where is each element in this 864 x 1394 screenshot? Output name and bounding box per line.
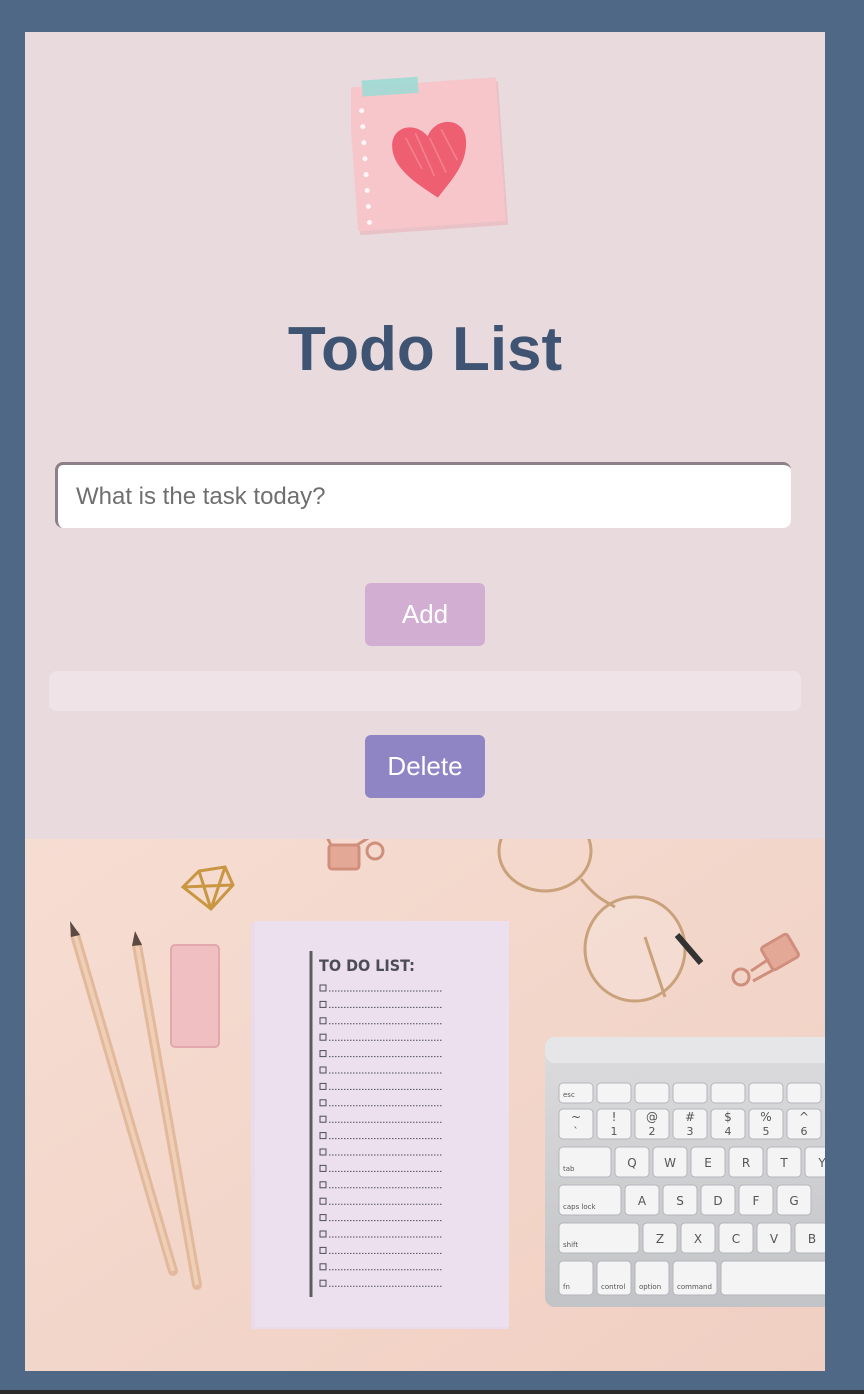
svg-text:tab: tab: [563, 1165, 575, 1173]
svg-text:6: 6: [801, 1125, 808, 1138]
notepad-heading: TO DO LIST:: [319, 956, 415, 975]
keyboard-key: [710, 1082, 746, 1104]
keyboard-key: shift: [558, 1222, 640, 1254]
keyboard-key: Z: [642, 1222, 678, 1254]
task-input[interactable]: [55, 462, 791, 528]
svg-text:X: X: [694, 1232, 702, 1246]
keyboard-key: C: [718, 1222, 754, 1254]
keyboard-key: option: [634, 1260, 670, 1296]
svg-text:3: 3: [687, 1125, 694, 1138]
svg-text:option: option: [639, 1283, 661, 1291]
svg-text:S: S: [676, 1194, 684, 1208]
keyboard-key: [786, 1082, 822, 1104]
desk-photo: TO DO LIST: esc ~ `! 1 @2 #3 $4% 5 ^ 6 tab Q W E R T Yca…: [25, 839, 825, 1371]
svg-text:%: %: [760, 1110, 771, 1124]
svg-text:$: $: [724, 1110, 732, 1124]
keyboard-key: @2: [634, 1108, 670, 1140]
keyboard-key: tab: [558, 1146, 612, 1178]
svg-text:#: #: [685, 1110, 695, 1124]
keyboard-key: G: [776, 1184, 812, 1216]
keyboard-key: W: [652, 1146, 688, 1178]
keyboard-key: command: [672, 1260, 718, 1296]
keyboard-key: fn: [558, 1260, 594, 1296]
delete-button[interactable]: Delete: [365, 735, 485, 798]
svg-text:Q: Q: [627, 1156, 636, 1170]
keyboard-key: [748, 1082, 784, 1104]
window-bottom-edge: [0, 1390, 864, 1394]
keyboard-key: Q: [614, 1146, 650, 1178]
keyboard-key: D: [700, 1184, 736, 1216]
keyboard-key: B: [794, 1222, 825, 1254]
svg-text:`: `: [573, 1125, 579, 1138]
svg-text:Y: Y: [817, 1156, 825, 1170]
svg-text:^: ^: [799, 1110, 809, 1124]
svg-text:caps lock: caps lock: [563, 1203, 597, 1211]
svg-text:4: 4: [725, 1125, 732, 1138]
keyboard-key: [596, 1082, 632, 1104]
keyboard: esc~`!1@2#3$4%5^6tab Q W E R T Ycaps lock A S D F G…: [545, 1037, 825, 1307]
svg-text:D: D: [713, 1194, 722, 1208]
notepad: TO DO LIST:: [251, 921, 509, 1329]
keyboard-key: [720, 1260, 825, 1296]
task-list: [49, 671, 801, 711]
keyboard-key: [672, 1082, 708, 1104]
keyboard-key: [634, 1082, 670, 1104]
keyboard-key: control: [596, 1260, 632, 1296]
keyboard-key: A: [624, 1184, 660, 1216]
keyboard-key: caps lock: [558, 1184, 622, 1216]
svg-text:W: W: [664, 1156, 676, 1170]
keyboard-key: E: [690, 1146, 726, 1178]
keyboard-key: ~`: [558, 1108, 594, 1140]
keyboard-key: esc: [558, 1082, 594, 1104]
keyboard-key: #3: [672, 1108, 708, 1140]
svg-text:E: E: [704, 1156, 712, 1170]
svg-text:V: V: [770, 1232, 779, 1246]
keyboard-key: %5: [748, 1108, 784, 1140]
keyboard-key: $4: [710, 1108, 746, 1140]
svg-text:fn: fn: [563, 1283, 570, 1291]
svg-text:command: command: [677, 1283, 712, 1291]
svg-text:@: @: [646, 1110, 658, 1124]
add-button[interactable]: Add: [365, 583, 485, 646]
svg-text:2: 2: [649, 1125, 656, 1138]
keyboard-key: R: [728, 1146, 764, 1178]
svg-text:T: T: [779, 1156, 788, 1170]
svg-text:!: !: [612, 1110, 617, 1124]
keyboard-key: Y: [804, 1146, 825, 1178]
keyboard-key: V: [756, 1222, 792, 1254]
keyboard-key: !1: [596, 1108, 632, 1140]
page-title: Todo List: [287, 315, 563, 384]
svg-text:B: B: [808, 1232, 816, 1246]
svg-text:C: C: [732, 1232, 740, 1246]
svg-text:Z: Z: [656, 1232, 664, 1246]
keyboard-key: ^6: [786, 1108, 822, 1140]
eraser: [170, 944, 220, 1048]
svg-text:esc: esc: [563, 1091, 575, 1099]
sticky-note-heart-icon: [351, 76, 508, 236]
svg-text:1: 1: [611, 1125, 618, 1138]
svg-text:control: control: [601, 1283, 625, 1291]
svg-text:R: R: [742, 1156, 750, 1170]
todo-card: Todo List Add Delete: [25, 32, 825, 839]
keyboard-key: X: [680, 1222, 716, 1254]
keyboard-key: F: [738, 1184, 774, 1216]
svg-text:A: A: [638, 1194, 647, 1208]
svg-text:5: 5: [763, 1125, 770, 1138]
svg-text:shift: shift: [563, 1241, 578, 1249]
keyboard-key: T: [766, 1146, 802, 1178]
svg-text:G: G: [789, 1194, 798, 1208]
svg-text:F: F: [753, 1194, 760, 1208]
svg-text:~: ~: [571, 1110, 581, 1124]
keyboard-key: S: [662, 1184, 698, 1216]
